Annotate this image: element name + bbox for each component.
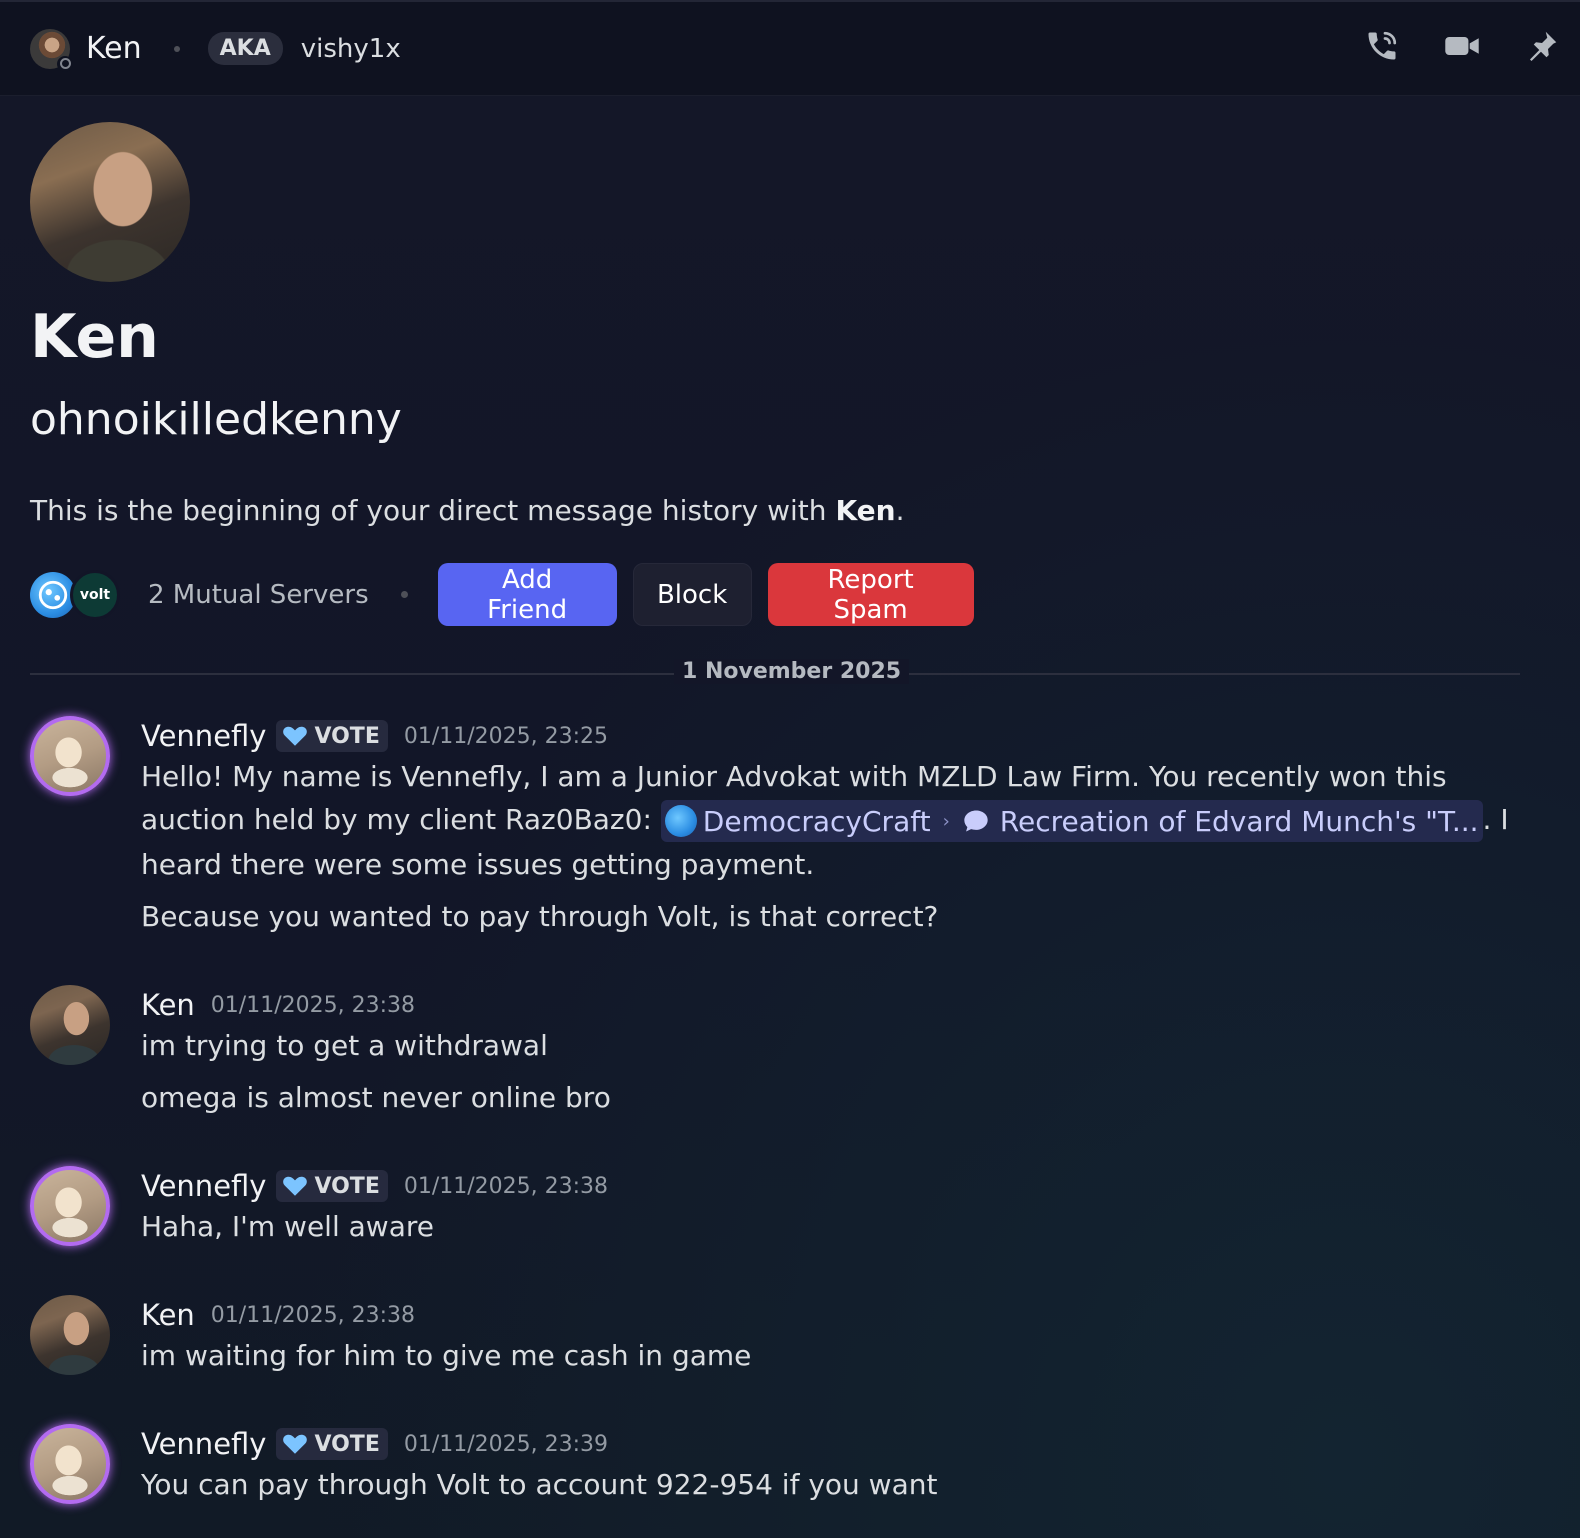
phone-call-icon[interactable] [1364,26,1400,66]
mention-channel-name: Recreation of Edvard Munch's "T... [999,804,1479,838]
message-timestamp[interactable]: 01/11/2025, 23:39 [404,1432,608,1457]
message-timestamp[interactable]: 01/11/2025, 23:25 [404,724,608,749]
thread-bubble-icon [964,810,988,832]
dm-profile-intro: Ken ohnoikilledkenny [30,122,402,445]
author-avatar[interactable] [30,1295,110,1375]
message-timestamp[interactable]: 01/11/2025, 23:38 [404,1174,608,1199]
intro-prefix: This is the beginning of your direct mes… [30,494,836,527]
message-text: Hello! My name is Vennefly, I am a Junio… [141,760,1447,793]
message-group: Vennefly VOTE 01/11/2025, 23:39 You can … [30,1424,1530,1514]
heart-icon [283,726,308,746]
header-avatar[interactable] [30,28,73,72]
message-header: Vennefly VOTE 01/11/2025, 23:39 [141,1424,608,1464]
guild-tag-label: VOTE [314,723,380,749]
block-button[interactable]: Block [632,563,752,626]
report-spam-button[interactable]: Report Spam [767,563,974,626]
header-alias: vishy1x [300,33,401,64]
message-text: Because you wanted to pay through Volt, … [141,900,939,933]
video-call-icon[interactable] [1444,26,1480,66]
message-text-fragment: . I [1482,803,1509,836]
profile-display-name: Ken [30,302,159,372]
author-name[interactable]: Vennefly [141,1427,266,1461]
message-text: heard there were some issues getting pay… [141,848,815,881]
mutual-server-icons[interactable]: volt [30,569,120,620]
message-timestamp[interactable]: 01/11/2025, 23:38 [211,993,415,1018]
message-header: Ken 01/11/2025, 23:38 [141,985,415,1025]
heart-icon [283,1176,308,1196]
author-avatar[interactable] [30,716,110,796]
add-friend-button[interactable]: Add Friend [437,563,617,626]
guild-tag-badge[interactable]: VOTE [276,720,388,752]
dm-header: Ken AKA vishy1x [0,0,1580,96]
mutual-servers-link[interactable]: 2 Mutual Servers [148,580,369,610]
intro-suffix: . [895,494,905,527]
message-group: Ken 01/11/2025, 23:38 im trying to get a… [30,985,1530,1120]
message-text: Haha, I'm well aware [141,1210,434,1243]
profile-username: ohnoikilledkenny [30,394,402,445]
guild-tag-label: VOTE [314,1173,380,1199]
chevron-right-icon: › [942,810,950,832]
pin-icon[interactable] [1524,26,1560,66]
separator-dot [173,45,180,52]
aka-badge[interactable]: AKA [207,32,283,65]
message-timestamp[interactable]: 01/11/2025, 23:38 [211,1303,415,1328]
author-name[interactable]: Ken [141,1298,195,1332]
message-group: Ken 01/11/2025, 23:38 im waiting for him… [30,1295,1530,1385]
message-text-fragment: auction held by my client Raz0Baz0: [141,803,661,836]
message-text: auction held by my client Raz0Baz0: Demo… [141,800,1509,842]
profile-avatar[interactable] [30,122,190,282]
guild-tag-label: VOTE [314,1431,380,1457]
message-text: im trying to get a withdrawal [141,1029,548,1062]
message-header: Vennefly VOTE 01/11/2025, 23:25 [141,716,608,756]
volt-label: volt [79,586,111,603]
mutual-actions-row: volt 2 Mutual Servers Add Friend Block R… [30,563,974,626]
message-text: im waiting for him to give me cash in ga… [141,1339,752,1372]
dm-intro-text: This is the beginning of your direct mes… [30,494,904,527]
message-header: Ken 01/11/2025, 23:38 [141,1295,415,1335]
guild-tag-badge[interactable]: VOTE [276,1428,388,1460]
server-icon-volt: volt [70,569,120,620]
mention-server-name: DemocracyCraft [702,804,931,838]
author-avatar[interactable] [30,1424,110,1504]
author-avatar[interactable] [30,1166,110,1246]
offline-status-icon [57,55,73,72]
message-text: omega is almost never online bro [141,1081,611,1114]
separator-dot [400,591,408,598]
server-icon-democracycraft [664,805,697,837]
author-name[interactable]: Ken [141,988,195,1022]
message-text: You can pay through Volt to account 922-… [141,1468,938,1501]
message-group: Vennefly VOTE 01/11/2025, 23:25 Hello! M… [30,716,1530,946]
guild-tag-badge[interactable]: VOTE [276,1170,388,1202]
message-header: Vennefly VOTE 01/11/2025, 23:38 [141,1166,608,1206]
date-divider-label: 1 November 2025 [674,659,910,684]
heart-icon [283,1434,308,1454]
intro-name: Ken [835,494,896,527]
author-avatar[interactable] [30,985,110,1065]
header-name[interactable]: Ken [86,31,142,66]
author-name[interactable]: Vennefly [141,1169,266,1203]
message-group: Vennefly VOTE 01/11/2025, 23:38 Haha, I'… [30,1166,1530,1256]
channel-mention-link[interactable]: DemocracyCraft › Recreation of Edvard Munc… [660,800,1483,842]
author-name[interactable]: Vennefly [141,719,266,753]
